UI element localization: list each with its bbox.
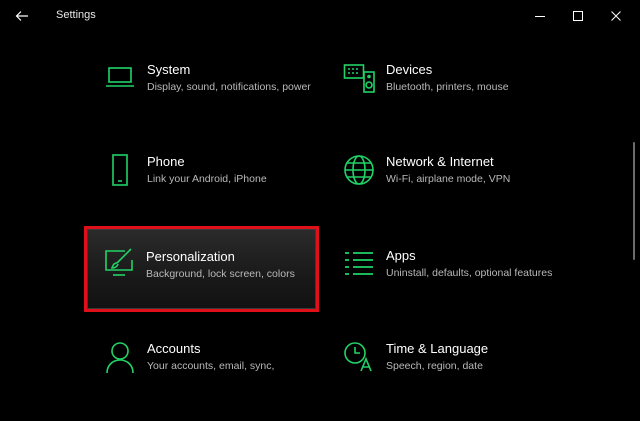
tile-description: Uninstall, defaults, optional features [386, 267, 553, 279]
tile-name: Devices [386, 62, 433, 77]
tile-description: Background, lock screen, colors [146, 268, 295, 280]
tile-description: Display, sound, notifications, power [147, 81, 311, 93]
back-button[interactable] [10, 6, 34, 26]
apps-list-icon [345, 252, 373, 275]
laptop-icon [106, 67, 134, 87]
phone-icon [112, 154, 128, 186]
tile-name: Apps [386, 248, 416, 263]
window-title: Settings [56, 9, 96, 21]
tile-description: Your accounts, email, sync, [147, 360, 275, 372]
tile-name: Accounts [147, 341, 201, 356]
brush-screen-icon [105, 248, 133, 276]
back-arrow-icon [15, 11, 28, 21]
close-button[interactable] [596, 0, 636, 32]
tile-name: Personalization [146, 249, 235, 264]
settings-tile-phone[interactable]: Phone Link your Android, iPhone [89, 154, 319, 234]
tile-description: Bluetooth, printers, mouse [386, 81, 509, 93]
minimize-icon [535, 16, 545, 17]
close-icon [611, 11, 621, 21]
settings-tile-system[interactable]: System Display, sound, notifications, po… [89, 62, 319, 142]
tile-name: Network & Internet [386, 154, 494, 169]
settings-tile-apps[interactable]: Apps Uninstall, defaults, optional featu… [328, 248, 558, 328]
maximize-icon [573, 11, 583, 21]
maximize-button[interactable] [558, 0, 598, 32]
tile-description: Speech, region, date [386, 360, 483, 372]
title-bar: Settings [0, 0, 640, 32]
tile-description: Wi-Fi, airplane mode, VPN [386, 173, 511, 185]
time-language-icon [344, 342, 372, 372]
settings-tile-time-language[interactable]: Time & Language Speech, region, date [328, 341, 558, 421]
settings-tile-personalization[interactable]: Personalization Background, lock screen,… [87, 229, 316, 309]
tile-name: System [147, 62, 191, 77]
keyboard-speaker-icon [343, 64, 375, 93]
person-icon [106, 342, 134, 373]
tile-name: Phone [147, 154, 185, 169]
tile-description: Link your Android, iPhone [147, 173, 267, 185]
settings-tile-devices[interactable]: Devices Bluetooth, printers, mouse [328, 62, 558, 142]
minimize-button[interactable] [520, 0, 560, 32]
settings-tile-network[interactable]: Network & Internet Wi-Fi, airplane mode,… [328, 154, 558, 234]
globe-icon [344, 155, 374, 185]
tile-name: Time & Language [386, 341, 489, 356]
settings-tile-accounts[interactable]: Accounts Your accounts, email, sync, [89, 341, 319, 421]
vertical-scrollbar[interactable] [633, 142, 635, 260]
